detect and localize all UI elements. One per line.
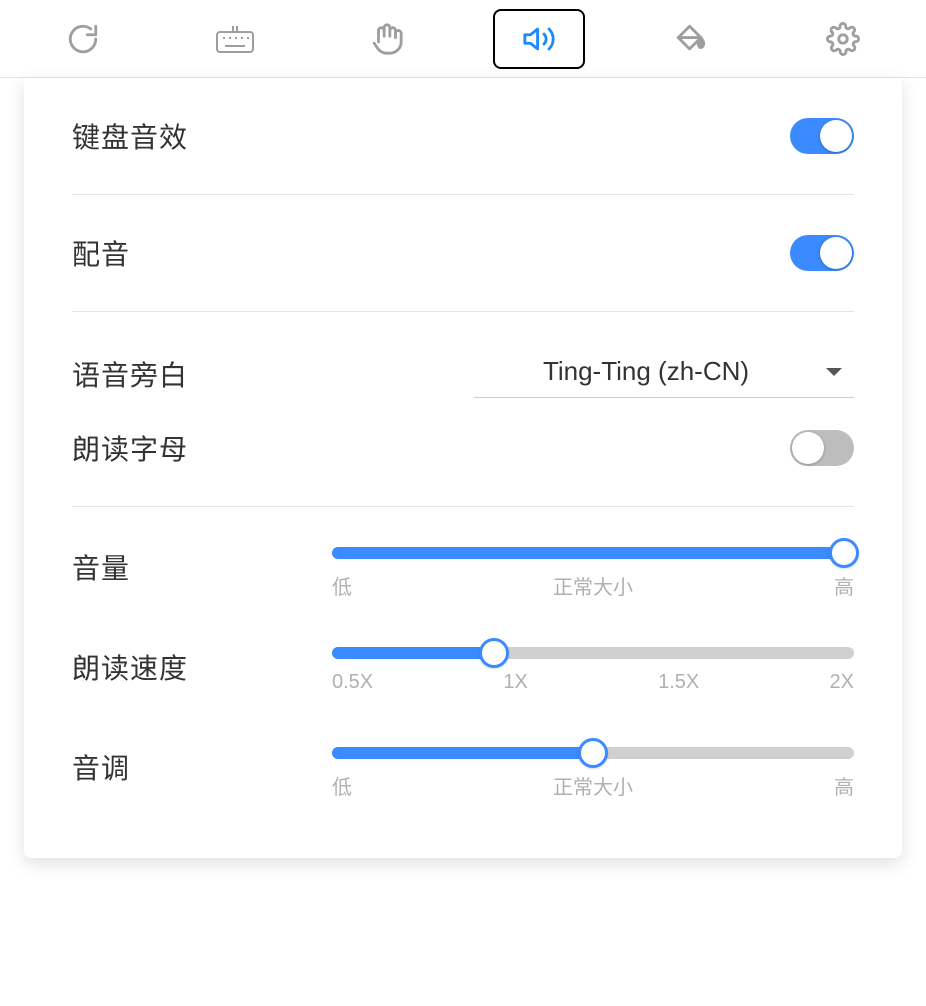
- pitch-slider[interactable]: [332, 747, 854, 759]
- keyboard-button[interactable]: [189, 9, 281, 69]
- sound-button[interactable]: [493, 9, 585, 69]
- hand-icon: [370, 22, 404, 56]
- keyboard-sounds-toggle[interactable]: [790, 118, 854, 154]
- keyboard-icon: [215, 24, 255, 54]
- tick-label: 低: [332, 771, 352, 800]
- tick-label: 高: [834, 571, 854, 600]
- read-letters-label: 朗读字母: [72, 428, 188, 468]
- narrator-label: 语音旁白: [72, 354, 188, 394]
- refresh-button[interactable]: [37, 9, 129, 69]
- chevron-down-icon: [826, 368, 842, 376]
- pitch-label: 音调: [72, 747, 292, 787]
- paint-button[interactable]: [645, 9, 737, 69]
- toolbar: [0, 0, 926, 78]
- narrator-value: Ting-Ting (zh-CN): [486, 356, 806, 387]
- tick-label: 0.5X: [332, 671, 373, 694]
- voice-over-toggle[interactable]: [790, 235, 854, 271]
- keyboard-sounds-label: 键盘音效: [72, 116, 188, 156]
- speed-label: 朗读速度: [72, 647, 292, 687]
- gear-icon: [826, 22, 860, 56]
- sound-icon: [520, 22, 558, 56]
- hand-button[interactable]: [341, 9, 433, 69]
- narrator-select[interactable]: Ting-Ting (zh-CN): [474, 350, 854, 398]
- tick-label: 高: [834, 771, 854, 800]
- tick-label: 1.5X: [658, 671, 699, 694]
- volume-label: 音量: [72, 547, 292, 587]
- settings-button[interactable]: [797, 9, 889, 69]
- read-letters-toggle[interactable]: [790, 430, 854, 466]
- tick-label: 低: [332, 571, 352, 600]
- speed-slider[interactable]: [332, 647, 854, 659]
- tick-label: 正常大小: [553, 771, 633, 800]
- refresh-icon: [66, 22, 100, 56]
- paint-icon: [673, 22, 709, 56]
- voice-over-label: 配音: [72, 233, 130, 273]
- tick-label: 2X: [830, 671, 854, 694]
- volume-slider[interactable]: [332, 547, 854, 559]
- tick-label: 正常大小: [553, 571, 633, 600]
- sound-settings-panel: 键盘音效 配音 语音旁白 Ting-Ting (zh-CN) 朗读字母 音量: [24, 78, 902, 858]
- tick-label: 1X: [503, 671, 527, 694]
